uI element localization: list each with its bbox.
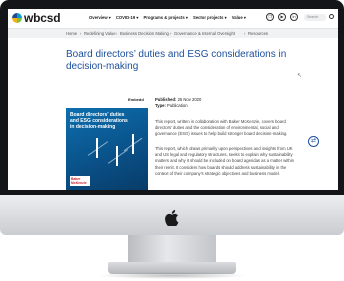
nav-item-sector-projects[interactable]: Sector projects ▾ (193, 15, 227, 20)
breadcrumb-separator: › (170, 31, 172, 36)
monitor-stand-neck (128, 235, 216, 265)
site-logo[interactable]: wbcsd (24, 11, 61, 25)
linkedin-icon[interactable]: in (290, 13, 298, 21)
page-title: Board directors’ duties and ESG consider… (66, 49, 287, 72)
main-nav: Overview ▾ COVID-19 ▾ Programs & project… (89, 15, 246, 20)
type-value: Publication (167, 103, 188, 108)
cover-image: Board directors’ duties and ESG consider… (66, 108, 148, 190)
cover-title: Board directors’ duties and ESG consider… (70, 112, 128, 130)
imac-mockup: wbcsd Overview ▾ COVID-19 ▾ Programs & p… (0, 0, 344, 281)
chat-icon[interactable]: ❐ (266, 13, 274, 21)
search-icon[interactable] (329, 14, 334, 19)
breadcrumb-separator: › (244, 31, 246, 36)
published-label: Published: (155, 97, 177, 102)
breadcrumb-separator: › (116, 31, 118, 36)
nav-item-overview[interactable]: Overview ▾ (89, 15, 111, 20)
body-paragraph-2: This report, which draws primarily upon … (155, 146, 294, 176)
publication-meta: Published: 25 Nov 2020 Type: Publication (155, 97, 201, 109)
body-paragraph-1: This report, written in collaboration wi… (155, 119, 288, 137)
play-icon[interactable]: ▶ (278, 13, 286, 21)
screen: wbcsd Overview ▾ COVID-19 ▾ Programs & p… (8, 9, 338, 190)
oar-shape (107, 149, 129, 164)
oar-shape (87, 141, 109, 156)
share-icon[interactable]: ⇄ (308, 136, 319, 147)
apple-logo-icon (165, 210, 179, 226)
breadcrumb: Home › Redefining Value › Business Decis… (8, 29, 338, 38)
breadcrumb-item-home[interactable]: Home (66, 29, 77, 38)
breadcrumb-item-business-decision-making[interactable]: Business Decision Making (120, 29, 169, 38)
monitor-bezel: wbcsd Overview ▾ COVID-19 ▾ Programs & p… (0, 0, 344, 195)
mouse-cursor-icon: ↖ (297, 73, 303, 79)
cover-publisher-logo: Baker McKenzie (70, 176, 90, 186)
nav-item-programs[interactable]: Programs & projects ▾ (143, 15, 187, 20)
nav-item-covid[interactable]: COVID-19 ▾ (116, 15, 139, 20)
breadcrumb-item-redefining-value[interactable]: Redefining Value (84, 29, 116, 38)
breadcrumb-item-governance[interactable]: Governance & Internal Oversight (174, 29, 235, 38)
search-input[interactable]: Search (304, 14, 326, 21)
breadcrumb-item-resources[interactable]: Resources (248, 29, 268, 38)
stand-shadow (96, 272, 248, 279)
nav-item-value[interactable]: Value ▾ (232, 15, 246, 20)
cover-brand: Embedd (128, 97, 144, 102)
site-header: wbcsd Overview ▾ COVID-19 ▾ Programs & p… (8, 9, 338, 29)
logo-icon (12, 13, 22, 23)
report-cover[interactable]: Embedd Board directors’ duties and ESG c… (66, 95, 148, 190)
type-label: Type: (155, 103, 166, 108)
published-date: 25 Nov 2020 (177, 97, 202, 102)
breadcrumb-separator: › (80, 31, 82, 36)
